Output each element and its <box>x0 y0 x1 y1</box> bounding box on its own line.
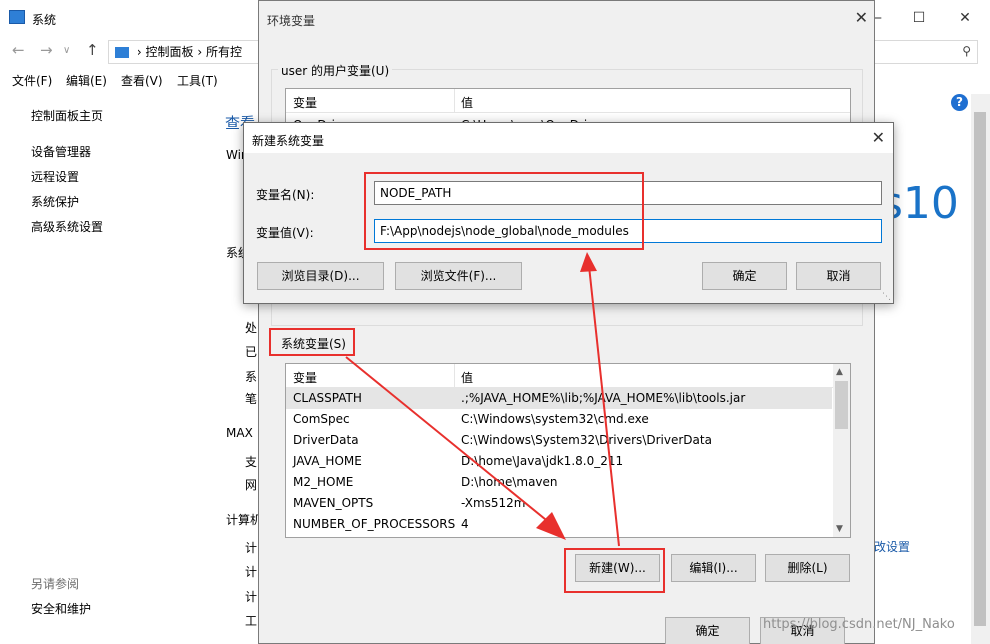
watermark: https://blog.csdn.net/NJ_Nako <box>763 617 955 632</box>
annotation-arrow-line <box>588 265 620 547</box>
annotation-arrowhead <box>580 252 597 272</box>
annotation-arrows <box>345 252 620 547</box>
annotation-arrow-line <box>345 356 557 529</box>
